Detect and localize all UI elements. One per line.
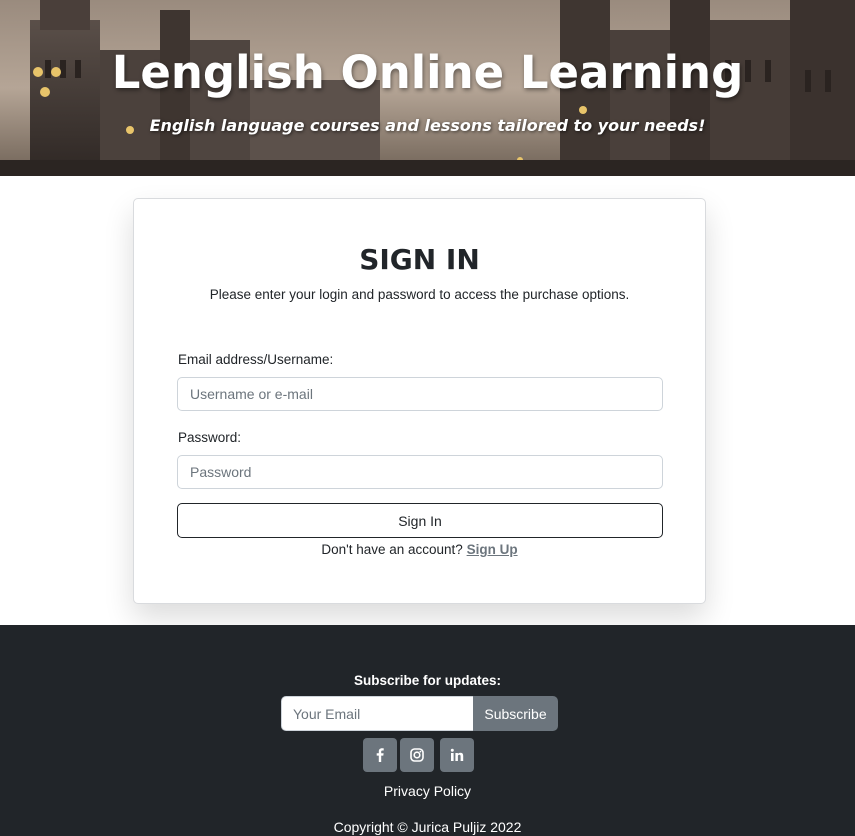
password-label: Password: — [178, 430, 242, 445]
copyright-text: Copyright © Jurica Puljiz 2022 — [333, 819, 522, 835]
email-field[interactable] — [177, 377, 663, 411]
signup-prompt: Don't have an account? — [321, 542, 463, 557]
site-subtitle: English language courses and lessons tai… — [149, 116, 706, 135]
signup-row: Don't have an account? Sign Up — [134, 542, 705, 557]
signin-description: Please enter your login and password to … — [209, 287, 630, 302]
linkedin-button[interactable] — [440, 738, 474, 772]
subscribe-button[interactable]: Subscribe — [473, 696, 558, 731]
instagram-button[interactable] — [400, 738, 434, 772]
signin-card: SIGN IN Please enter your login and pass… — [133, 198, 706, 604]
facebook-button[interactable] — [363, 738, 397, 772]
instagram-icon — [410, 748, 424, 762]
signin-button[interactable]: Sign In — [177, 503, 663, 538]
linkedin-icon — [450, 748, 464, 761]
subscribe-label: Subscribe for updates: — [353, 673, 502, 688]
email-label: Email address/Username: — [178, 352, 334, 367]
subscribe-email-input[interactable] — [281, 696, 474, 731]
hero-banner: Lenglish Online Learning English languag… — [0, 0, 855, 176]
password-field[interactable] — [177, 455, 663, 489]
signin-title: SIGN IN — [359, 243, 480, 276]
privacy-policy-link[interactable]: Privacy Policy — [0, 783, 855, 799]
facebook-icon — [376, 748, 384, 762]
signup-link[interactable]: Sign Up — [467, 542, 518, 557]
site-title: Lenglish Online Learning — [111, 46, 744, 99]
site-footer: Subscribe for updates: Subscribe Privacy… — [0, 625, 855, 836]
